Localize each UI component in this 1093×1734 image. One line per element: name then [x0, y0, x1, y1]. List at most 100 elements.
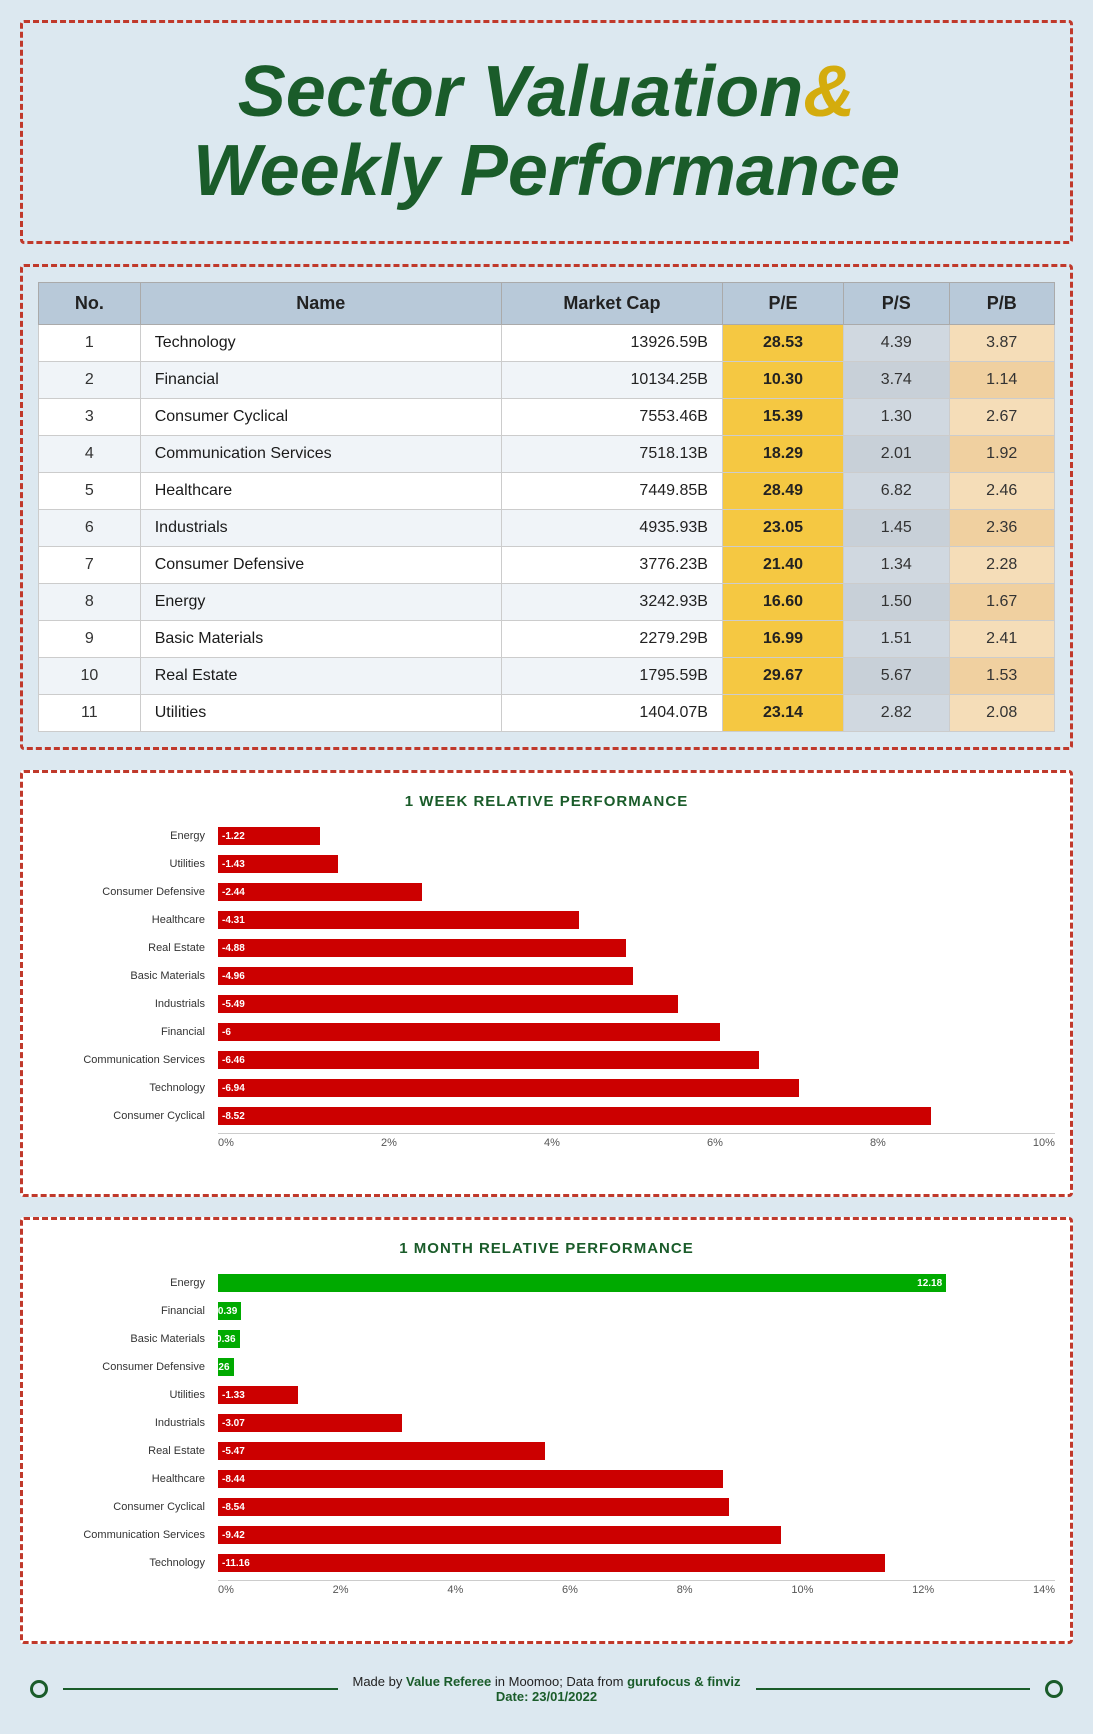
table-row: 4 Communication Services 7518.13B 18.29 …	[39, 436, 1055, 473]
bar-label: Energy	[38, 1277, 213, 1289]
month-chart-container: Energy12.18Financial0.39Basic Materials0…	[38, 1272, 1055, 1626]
cell-ps: 6.82	[844, 473, 949, 510]
bar-wrapper: -5.49	[218, 995, 1055, 1013]
cell-pb: 2.36	[949, 510, 1055, 547]
footer-in-moomoo: in Moomoo; Data from	[495, 1674, 627, 1689]
cell-no: 6	[39, 510, 141, 547]
bar-label: Industrials	[38, 998, 213, 1010]
x-axis-label: 0%	[218, 1584, 234, 1596]
bar-label: Technology	[38, 1557, 213, 1569]
cell-market-cap: 7518.13B	[501, 436, 722, 473]
bar-value: -2.44	[218, 887, 249, 898]
cell-market-cap: 10134.25B	[501, 362, 722, 399]
footer-line-right	[756, 1688, 1031, 1690]
bar-fill: -8.44	[218, 1470, 723, 1488]
bar-wrapper: -6.46	[218, 1051, 1055, 1069]
title-line1: Sector Valuation	[238, 52, 803, 132]
cell-no: 11	[39, 695, 141, 732]
cell-pb: 1.92	[949, 436, 1055, 473]
cell-no: 8	[39, 584, 141, 621]
col-market-cap: Market Cap	[501, 283, 722, 325]
x-axis-label: 2%	[381, 1137, 397, 1149]
bar-fill: -4.96	[218, 967, 633, 985]
cell-pe: 15.39	[722, 399, 843, 436]
bar-value: 0.26	[206, 1362, 233, 1373]
bar-row: Communication Services-9.42	[218, 1524, 1055, 1546]
x-axis-label: 2%	[333, 1584, 349, 1596]
footer-circle-right	[1045, 1680, 1063, 1698]
bar-fill: -11.16	[218, 1554, 885, 1572]
cell-market-cap: 13926.59B	[501, 325, 722, 362]
x-axis-label: 4%	[447, 1584, 463, 1596]
bar-value: 0.39	[214, 1306, 241, 1317]
bar-wrapper: -3.07	[218, 1414, 1055, 1432]
header-title: Sector Valuation& Weekly Performance	[63, 53, 1030, 211]
bar-fill: -6.94	[218, 1079, 799, 1097]
bar-label: Utilities	[38, 858, 213, 870]
bar-row: Basic Materials0.36	[218, 1328, 1055, 1350]
bar-row: Technology-11.16	[218, 1552, 1055, 1574]
bar-fill: -4.88	[218, 939, 626, 957]
cell-ps: 1.34	[844, 547, 949, 584]
bar-row: Basic Materials-4.96	[218, 965, 1055, 987]
cell-no: 7	[39, 547, 141, 584]
bar-value: -5.49	[218, 999, 249, 1010]
x-axis-label: 14%	[1033, 1584, 1055, 1596]
bar-row: Industrials-5.49	[218, 993, 1055, 1015]
bar-wrapper: -1.43	[218, 855, 1055, 873]
month-chart-section: 1 MONTH RELATIVE PERFORMANCE Energy12.18…	[20, 1217, 1073, 1644]
bar-value: -9.42	[218, 1530, 249, 1541]
cell-no: 10	[39, 658, 141, 695]
footer-brand1: Value Referee	[406, 1674, 491, 1689]
bar-value: -5.47	[218, 1446, 249, 1457]
bar-row: Healthcare-8.44	[218, 1468, 1055, 1490]
cell-pb: 2.67	[949, 399, 1055, 436]
bar-fill: -3.07	[218, 1414, 402, 1432]
x-axis-label: 12%	[912, 1584, 934, 1596]
cell-name: Communication Services	[140, 436, 501, 473]
footer-line1: Made by Value Referee in Moomoo; Data fr…	[353, 1674, 741, 1689]
table-row: 9 Basic Materials 2279.29B 16.99 1.51 2.…	[39, 621, 1055, 658]
cell-pe: 10.30	[722, 362, 843, 399]
x-axis-label: 8%	[677, 1584, 693, 1596]
bar-row: Real Estate-5.47	[218, 1440, 1055, 1462]
cell-pb: 3.87	[949, 325, 1055, 362]
cell-ps: 1.50	[844, 584, 949, 621]
bar-row: Energy12.18	[218, 1272, 1055, 1294]
bar-label: Energy	[38, 830, 213, 842]
table-row: 7 Consumer Defensive 3776.23B 21.40 1.34…	[39, 547, 1055, 584]
bar-row: Industrials-3.07	[218, 1412, 1055, 1434]
bar-value: -8.54	[218, 1502, 249, 1513]
bar-row: Energy-1.22	[218, 825, 1055, 847]
cell-ps: 1.45	[844, 510, 949, 547]
table-row: 3 Consumer Cyclical 7553.46B 15.39 1.30 …	[39, 399, 1055, 436]
bar-fill: -1.33	[218, 1386, 298, 1404]
table-row: 2 Financial 10134.25B 10.30 3.74 1.14	[39, 362, 1055, 399]
cell-pb: 2.41	[949, 621, 1055, 658]
bar-row: Healthcare-4.31	[218, 909, 1055, 931]
bar-wrapper: -6.94	[218, 1079, 1055, 1097]
cell-name: Energy	[140, 584, 501, 621]
cell-pe: 23.05	[722, 510, 843, 547]
cell-name: Basic Materials	[140, 621, 501, 658]
cell-pe: 21.40	[722, 547, 843, 584]
bar-wrapper: -5.47	[218, 1442, 1055, 1460]
bar-wrapper: 0.39	[218, 1302, 1055, 1320]
col-pb: P/B	[949, 283, 1055, 325]
cell-name: Consumer Cyclical	[140, 399, 501, 436]
footer-date: Date: 23/01/2022	[353, 1689, 741, 1704]
cell-market-cap: 3242.93B	[501, 584, 722, 621]
cell-market-cap: 4935.93B	[501, 510, 722, 547]
cell-market-cap: 3776.23B	[501, 547, 722, 584]
bar-row: Real Estate-4.88	[218, 937, 1055, 959]
footer-circle-left	[30, 1680, 48, 1698]
bar-label: Financial	[38, 1305, 213, 1317]
bar-wrapper: 0.36	[218, 1330, 1055, 1348]
bar-fill: -5.49	[218, 995, 678, 1013]
bar-wrapper: -9.42	[218, 1526, 1055, 1544]
x-axis-label: 6%	[707, 1137, 723, 1149]
bar-label: Consumer Defensive	[38, 886, 213, 898]
cell-pb: 1.14	[949, 362, 1055, 399]
bar-fill: -8.52	[218, 1107, 931, 1125]
cell-pe: 16.60	[722, 584, 843, 621]
